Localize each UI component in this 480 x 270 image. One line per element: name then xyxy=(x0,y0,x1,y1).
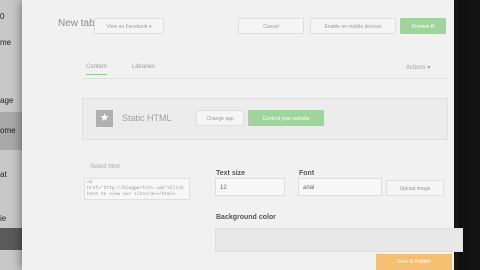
background-color-label: Background color xyxy=(216,214,276,221)
actions-dropdown[interactable]: Actions ▾ xyxy=(406,64,430,71)
editor-panel: New tab View on Facebook ▾ Cancel Enable… xyxy=(22,0,463,270)
upload-image-button[interactable]: Upload image xyxy=(386,180,444,196)
view-on-facebook-button[interactable]: View on Facebook ▾ xyxy=(94,18,164,34)
enable-mobile-button[interactable]: Enable on mobile devices xyxy=(310,18,396,34)
preview-button[interactable]: Preview ⧉ xyxy=(400,18,446,34)
background-color-input[interactable] xyxy=(215,228,463,252)
sidebar-item[interactable]: 0 xyxy=(0,12,4,21)
select-html-label: Select html xyxy=(90,164,120,170)
widget-label: Static HTML xyxy=(122,113,172,123)
change-app-button[interactable]: Change app xyxy=(196,110,244,126)
text-size-input[interactable]: 12 xyxy=(215,178,285,196)
cancel-button[interactable]: Cancel xyxy=(238,18,304,34)
tab-libraries[interactable]: Libraries xyxy=(132,64,155,70)
sidebar-item[interactable]: ome xyxy=(0,126,16,135)
tab-content[interactable]: Content xyxy=(86,64,108,75)
html-code-textarea[interactable]: <a href="http://bloggertuts.com">Click h… xyxy=(84,178,190,200)
tab-divider xyxy=(82,78,448,79)
content-source-button[interactable]: Content your website xyxy=(248,110,324,126)
sidebar-item[interactable]: me xyxy=(0,38,11,47)
sidebar-item[interactable]: ie xyxy=(0,214,6,223)
sidebar-item[interactable]: at xyxy=(0,170,7,179)
star-icon: ★ xyxy=(96,110,113,127)
panel-title: New tab xyxy=(58,18,95,29)
font-label: Font xyxy=(299,170,315,177)
text-size-label: Text size xyxy=(216,170,246,177)
sidebar-item[interactable]: age xyxy=(0,96,13,105)
font-select[interactable]: arial xyxy=(298,178,382,196)
save-publish-button[interactable]: Save & Publish xyxy=(376,254,452,270)
